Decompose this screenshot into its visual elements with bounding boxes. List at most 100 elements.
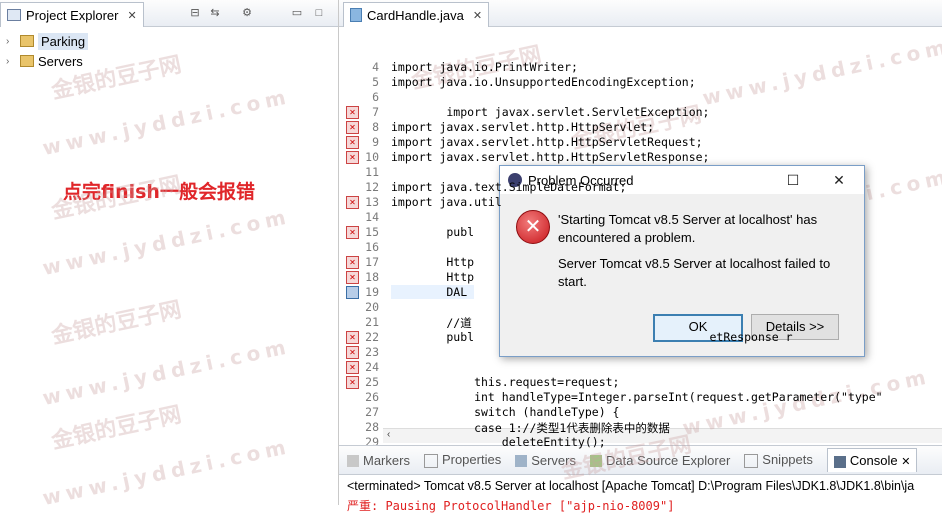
error-icon: ✕ xyxy=(516,210,550,244)
project-explorer-tab-label: Project Explorer xyxy=(26,7,119,23)
tree-item-label: Servers xyxy=(38,53,83,69)
line-number: 13 xyxy=(365,195,379,209)
line-number: 6 xyxy=(372,90,379,104)
error-marker-icon[interactable]: ✕ xyxy=(346,121,359,134)
tab-markers[interactable]: Markers xyxy=(347,453,410,468)
view-menu-icon[interactable]: ⚙ xyxy=(240,6,254,20)
editor-tab[interactable]: CardHandle.java ✕ xyxy=(343,2,490,27)
console-status-line: <terminated> Tomcat v8.5 Server at local… xyxy=(347,479,915,493)
project-explorer-icon xyxy=(7,9,21,21)
line-number: 11 xyxy=(365,165,379,179)
snippets-icon xyxy=(744,453,759,468)
line-number: 7 xyxy=(372,105,379,119)
tab-label: Data Source Explorer xyxy=(606,452,731,468)
code-line: import javax.servlet.ServletException; xyxy=(391,105,710,119)
code-line: publ etResponse r xyxy=(391,330,793,344)
line-number-gutter: 4 5 6 7 ✕ 8 ✕ 9 ✕ 10 ✕ 11 12 13 ✕ 14 15 ✕ 16 17 ✕ 18 ✕ 19 20 21 22… xyxy=(339,28,383,449)
code-line: Http xyxy=(391,270,475,284)
tree-item-servers[interactable]: › Servers xyxy=(6,51,83,71)
tab-label: Console xyxy=(849,453,898,468)
folder-icon xyxy=(20,55,34,67)
code-line: deleteEntity(); xyxy=(391,435,606,449)
line-number: 18 xyxy=(365,270,379,284)
tab-data-source-explorer[interactable]: Data Source Explorer xyxy=(590,453,730,468)
code-line: case 1://类型1代表删除表中的数据 xyxy=(391,421,670,435)
line-number: 19 xyxy=(365,285,379,299)
line-number: 16 xyxy=(365,240,379,254)
error-marker-icon[interactable]: ✕ xyxy=(346,361,359,374)
line-number: 17 xyxy=(365,255,379,269)
markers-icon xyxy=(347,455,359,468)
console-output-line: 严重: Pausing ProtocolHandler ["ajp-nio-80… xyxy=(347,499,675,513)
tab-servers[interactable]: Servers xyxy=(515,453,576,468)
servers-icon xyxy=(515,455,528,468)
tab-snippets[interactable]: Snippets xyxy=(744,452,813,468)
line-number: 4 xyxy=(372,60,379,74)
tab-label: Snippets xyxy=(762,452,813,468)
tab-console[interactable]: Console ✕ xyxy=(826,448,918,472)
line-number: 25 xyxy=(365,375,379,389)
code-line: import java.io.PrintWriter; xyxy=(391,60,578,74)
tab-label: Markers xyxy=(363,452,410,468)
bottom-tabbar: Markers Properties Servers Data Source E… xyxy=(339,446,942,475)
close-icon[interactable]: ✕ xyxy=(901,456,910,468)
dialog-detail: Server Tomcat v8.5 Server at localhost f… xyxy=(558,256,831,289)
error-marker-icon[interactable]: ✕ xyxy=(346,106,359,119)
line-number: 15 xyxy=(365,225,379,239)
bottom-panel: Markers Properties Servers Data Source E… xyxy=(339,445,942,513)
quick-fix-icon[interactable] xyxy=(346,286,359,299)
code-line: Http xyxy=(391,255,475,269)
close-icon[interactable]: ✕ xyxy=(127,9,136,22)
collapse-all-icon[interactable]: ⊟ xyxy=(188,6,202,20)
line-number: 24 xyxy=(365,360,379,374)
line-number: 9 xyxy=(372,135,379,149)
close-icon[interactable]: ✕ xyxy=(473,9,482,22)
error-marker-icon[interactable]: ✕ xyxy=(346,376,359,389)
error-marker-icon[interactable]: ✕ xyxy=(346,196,359,209)
java-file-icon xyxy=(350,8,362,22)
project-explorer-tab[interactable]: Project Explorer ✕ xyxy=(0,2,144,27)
code-line: this.request=request; xyxy=(391,375,620,389)
chevron-right-icon[interactable]: › xyxy=(6,56,16,67)
tab-label: Servers xyxy=(531,452,576,468)
annotation-text: 点完finish一般会报错 xyxy=(63,181,255,203)
code-line: import java.text.SimpleDateFormat; xyxy=(391,180,627,194)
close-icon[interactable]: ✕ xyxy=(818,166,860,194)
tab-properties[interactable]: Properties xyxy=(423,452,502,468)
project-folder-icon xyxy=(20,35,34,47)
code-line: DAL xyxy=(391,285,475,299)
error-marker-icon[interactable]: ✕ xyxy=(346,346,359,359)
line-number: 10 xyxy=(365,150,379,164)
properties-icon xyxy=(423,453,438,468)
tree-item-parking[interactable]: › Parking xyxy=(6,31,89,51)
maximize-icon[interactable]: □ xyxy=(312,6,326,20)
line-number: 14 xyxy=(365,210,379,224)
maximize-icon[interactable]: ☐ xyxy=(772,166,814,194)
code-line: import javax.servlet.http.HttpServletReq… xyxy=(391,135,703,149)
minimize-icon[interactable]: ▭ xyxy=(290,6,304,20)
data-source-icon xyxy=(590,455,602,468)
tab-label: Properties xyxy=(441,452,502,468)
error-marker-icon[interactable]: ✕ xyxy=(346,331,359,344)
code-line: import java.util xyxy=(391,195,502,209)
editor-tabbar: CardHandle.java ✕ xyxy=(339,0,942,27)
project-explorer-pane: Project Explorer ✕ ⊟ ⇆ ⚙ ▭ □ › Parking ›… xyxy=(0,0,339,505)
error-marker-icon[interactable]: ✕ xyxy=(346,256,359,269)
error-marker-icon[interactable]: ✕ xyxy=(346,226,359,239)
line-number: 12 xyxy=(365,180,379,194)
line-number: 8 xyxy=(372,120,379,134)
error-marker-icon[interactable]: ✕ xyxy=(346,271,359,284)
scroll-left-icon[interactable]: ‹ xyxy=(387,429,390,440)
code-line: import javax.servlet.http.HttpServlet; xyxy=(391,120,655,134)
code-line: //道 xyxy=(391,316,472,330)
chevron-right-icon[interactable]: › xyxy=(6,36,16,47)
editor-tab-label: CardHandle.java xyxy=(367,7,464,23)
dialog-message: 'Starting Tomcat v8.5 Server at localhos… xyxy=(558,212,818,245)
line-number: 5 xyxy=(372,75,379,89)
line-number: 27 xyxy=(365,405,379,419)
error-marker-icon[interactable]: ✕ xyxy=(346,151,359,164)
link-with-editor-icon[interactable]: ⇆ xyxy=(208,6,222,20)
line-number: 26 xyxy=(365,390,379,404)
line-number: 22 xyxy=(365,330,379,344)
error-marker-icon[interactable]: ✕ xyxy=(346,136,359,149)
